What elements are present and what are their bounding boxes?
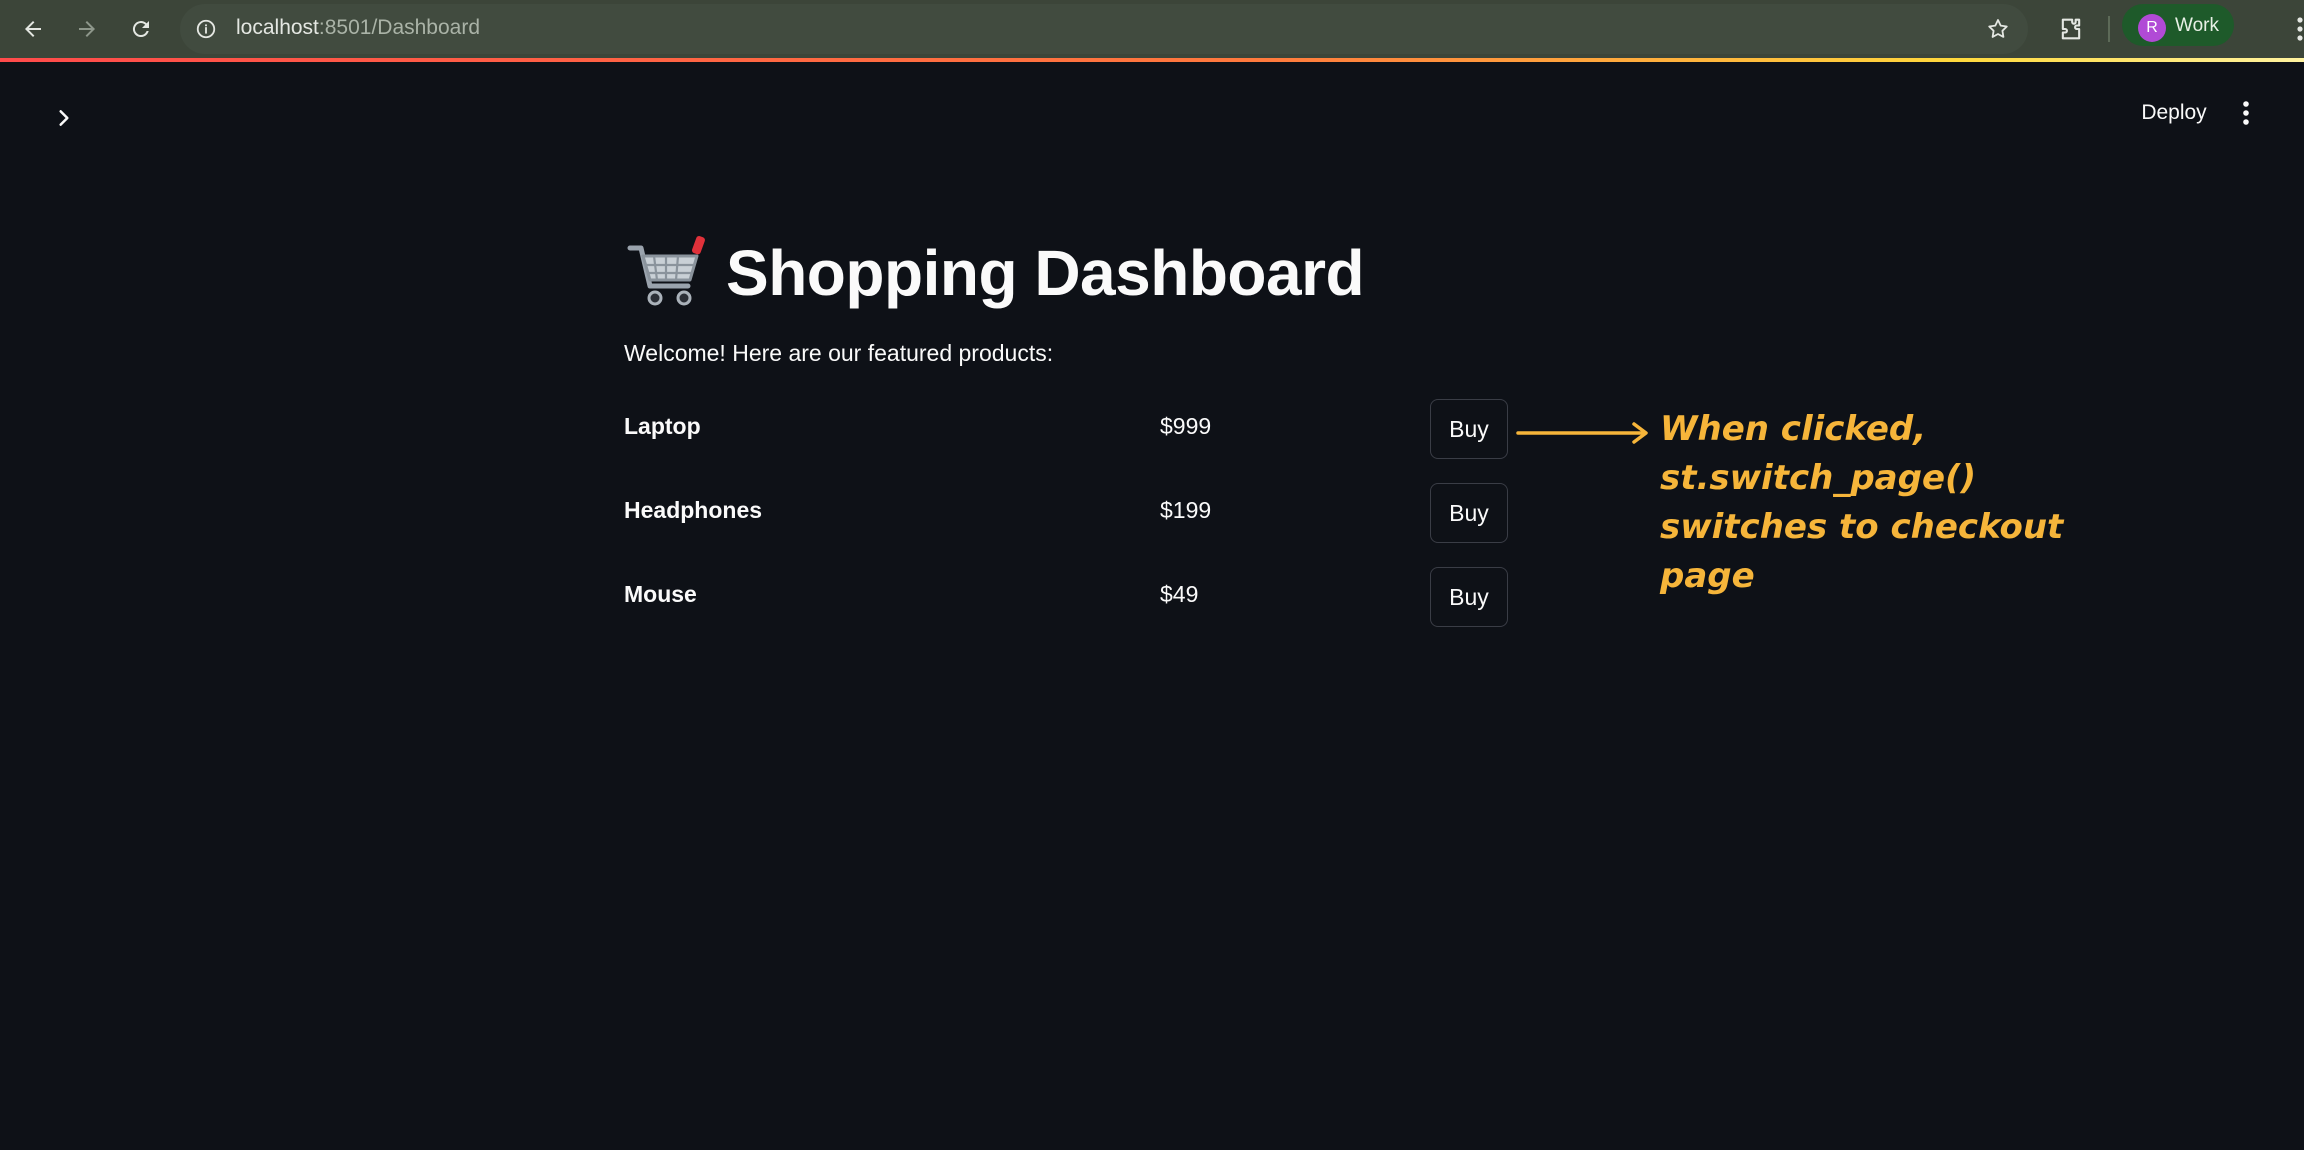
browser-toolbar: localhost:8501/Dashboard R Work (0, 0, 2304, 58)
url-path: :8501/Dashboard (318, 16, 481, 39)
annotation-line: page (1660, 556, 1755, 596)
buy-button-laptop[interactable]: Buy (1430, 399, 1508, 459)
chrome-menu-icon (2297, 17, 2303, 41)
product-name: Laptop (624, 413, 701, 439)
running-indicator (0, 58, 2304, 62)
toolbar-divider (2108, 16, 2110, 42)
extensions-button[interactable] (2054, 9, 2088, 49)
kebab-menu-icon (2243, 101, 2249, 125)
info-icon (196, 19, 216, 39)
sidebar-expand-button[interactable] (46, 100, 82, 136)
product-row: Laptop $999 Buy (624, 399, 1508, 459)
extensions-icon (2061, 18, 2081, 40)
annotation-note: When clicked, st.switch_page() switches … (1660, 405, 2100, 601)
profile-label: Work (2175, 15, 2219, 36)
shopping-cart-icon (627, 236, 705, 306)
product-name: Headphones (624, 497, 763, 523)
arrow-icon (1516, 422, 1648, 444)
bookmark-button[interactable] (1984, 15, 2012, 43)
back-button[interactable] (14, 10, 52, 48)
welcome-text: Welcome! Here are our featured products: (624, 340, 1054, 366)
product-price: $999 (1160, 413, 1212, 439)
avatar: R (2138, 14, 2166, 42)
product-row: Mouse $49 Buy (624, 567, 1508, 627)
annotation-line: st.switch_page() (1660, 458, 1977, 498)
annotation-line: switches to checkout (1660, 507, 2064, 547)
chrome-menu-button[interactable] (2296, 10, 2304, 48)
annotation-line: When clicked, (1660, 409, 1927, 449)
product-price: $199 (1160, 497, 1212, 523)
star-icon (1988, 19, 2008, 38)
site-info-button[interactable] (192, 15, 220, 43)
buy-button-mouse[interactable]: Buy (1430, 567, 1508, 627)
chevron-right-icon (59, 110, 69, 126)
title-row: Shopping Dashboard (624, 232, 1365, 314)
profile-button[interactable]: R Work (2122, 4, 2234, 46)
page-title: Shopping Dashboard (726, 237, 1365, 309)
main-menu-button[interactable] (2232, 95, 2260, 131)
address-bar[interactable]: localhost:8501/Dashboard (180, 4, 2028, 54)
product-row: Headphones $199 Buy (624, 483, 1508, 543)
reload-button[interactable] (122, 10, 160, 48)
product-name: Mouse (624, 581, 697, 607)
product-price: $49 (1160, 581, 1199, 607)
url-text: localhost:8501/Dashboard (236, 16, 480, 40)
reload-icon (132, 21, 149, 38)
buy-button-headphones[interactable]: Buy (1430, 483, 1508, 543)
deploy-button[interactable]: Deploy (2124, 95, 2224, 131)
forward-icon (79, 21, 95, 37)
back-icon (25, 21, 41, 37)
url-host: localhost (236, 16, 319, 39)
forward-button[interactable] (68, 10, 106, 48)
